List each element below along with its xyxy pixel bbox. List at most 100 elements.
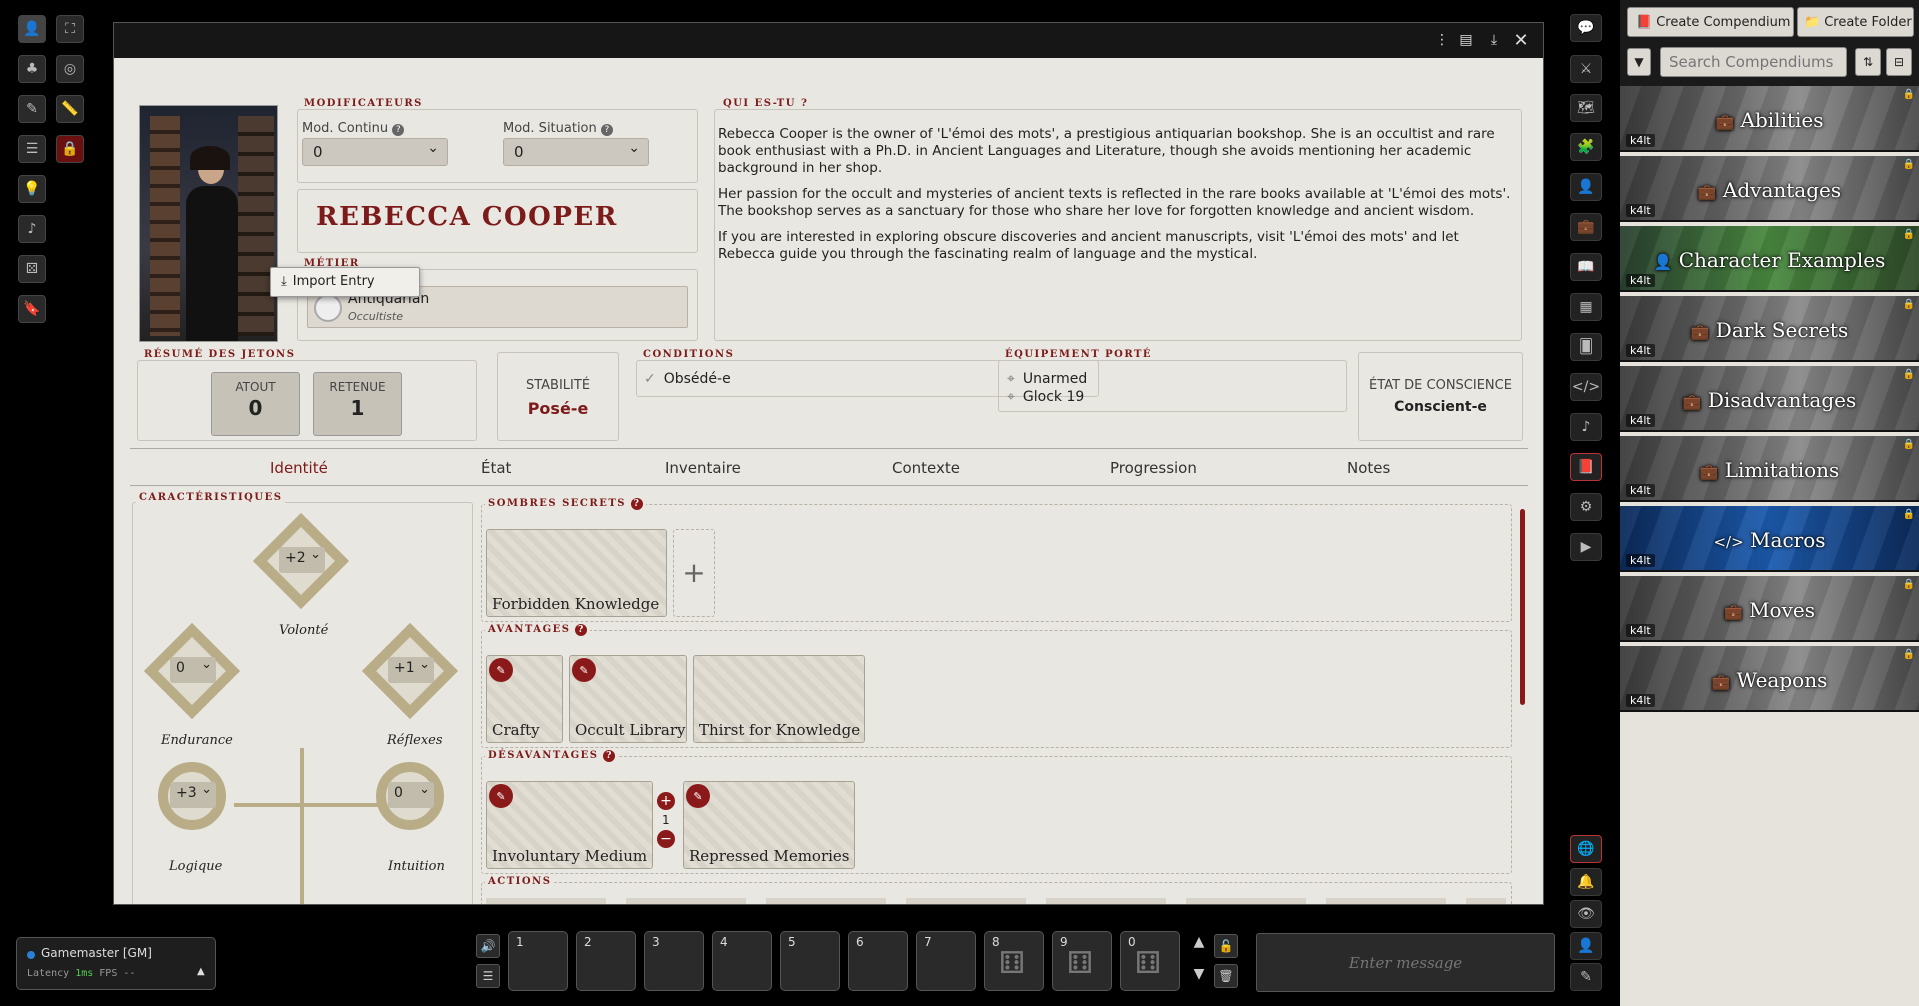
scrollbar[interactable] <box>1520 509 1525 705</box>
compendium-abilities[interactable]: 💼 Abilities k4lt 🔒 <box>1620 86 1919 152</box>
volonte-select[interactable]: +2 <box>279 547 325 573</box>
logique-select[interactable]: +3 <box>170 782 216 808</box>
retenue-token[interactable]: RETENUE 1 <box>313 372 402 436</box>
hotbar-slot[interactable]: 5 <box>780 931 840 991</box>
puzzle-tab-icon[interactable]: 🧩 <box>1570 133 1602 161</box>
decrement-button[interactable]: − <box>657 830 675 848</box>
page-down-icon[interactable]: ▼ <box>1188 966 1210 988</box>
lock-icon[interactable]: 🔒 <box>56 135 84 163</box>
compendium-limitations[interactable]: 💼 Limitations k4lt 🔒 <box>1620 436 1919 502</box>
compendium-character-examples[interactable]: 👤 Character Examples k4lt 🔒 <box>1620 226 1919 292</box>
ruler-icon[interactable]: 📏 <box>56 95 84 123</box>
help-icon[interactable]: ? <box>575 624 588 636</box>
hotbar-slot[interactable]: 7 <box>916 931 976 991</box>
kebab-menu-icon[interactable]: ⋮ <box>1432 30 1452 50</box>
compendium-disadvantages[interactable]: 💼 Disadvantages k4lt 🔒 <box>1620 366 1919 432</box>
create-compendium-button[interactable]: 📕 Create Compendium <box>1627 7 1794 37</box>
hotbar-slot[interactable]: 9 ⚅ <box>1052 931 1112 991</box>
filter-button[interactable]: ▼ <box>1627 48 1651 76</box>
light-icon[interactable]: 💡 <box>18 175 46 203</box>
action-card[interactable] <box>486 898 1506 904</box>
character-name[interactable]: Rebecca Cooper <box>316 202 618 232</box>
tab-contexte[interactable]: Contexte <box>892 459 960 477</box>
sort-button[interactable]: ⇅ <box>1855 48 1881 76</box>
reflexes-select[interactable]: +1 <box>388 657 434 683</box>
hotbar-slot[interactable]: 2 <box>576 931 636 991</box>
equipment-item[interactable]: ⌖ Glock 19 <box>1007 389 1084 405</box>
hotbar-slot[interactable]: 6 <box>848 931 908 991</box>
sheet-config-icon[interactable]: ▤ <box>1456 30 1476 50</box>
create-folder-button[interactable]: 📁 Create Folder <box>1797 7 1914 37</box>
players-list[interactable]: Gamemaster [GM] Latency 1ms FPS -- ▲ <box>16 937 216 990</box>
help-icon[interactable]: ? <box>603 750 616 762</box>
add-dark-secret-button[interactable]: + <box>673 529 715 617</box>
disadvantage-card[interactable]: ✎ Involuntary Medium <box>486 781 653 869</box>
mic-icon[interactable]: 🔔 <box>1570 868 1602 896</box>
tab-identite[interactable]: Identité <box>270 459 328 477</box>
stability-panel[interactable]: STABILITÉ Posé-e <box>497 352 619 441</box>
hotbar-slot[interactable]: 0 ⚅ <box>1120 931 1180 991</box>
macros-tab-icon[interactable]: </> <box>1570 373 1602 401</box>
tab-notes[interactable]: Notes <box>1347 459 1390 477</box>
close-icon[interactable]: ✕ <box>1511 30 1531 51</box>
pencil-icon[interactable]: ✎ <box>1570 963 1602 991</box>
music-icon[interactable]: ♪ <box>18 215 46 243</box>
clear-hotbar-button[interactable]: 🗑 <box>1214 964 1238 988</box>
tab-etat[interactable]: État <box>481 459 511 477</box>
chat-tab-icon[interactable]: 💬 <box>1570 14 1602 42</box>
page-up-icon[interactable]: ▲ <box>1188 934 1210 956</box>
advantage-card[interactable]: ✎ Crafty <box>486 655 563 743</box>
portrait[interactable] <box>139 105 278 342</box>
fullscreen-icon[interactable]: ⛶ <box>56 15 84 43</box>
help-icon[interactable]: ? <box>630 498 643 510</box>
target-icon[interactable]: ◎ <box>56 55 84 83</box>
hotbar-slot[interactable]: 3 <box>644 931 704 991</box>
lock-hotbar-button[interactable]: 🔓 <box>1214 934 1238 958</box>
compendium-advantages[interactable]: 💼 Advantages k4lt 🔒 <box>1620 156 1919 222</box>
condition-item[interactable]: ✓ Obsédé-e <box>644 371 731 387</box>
tab-progression[interactable]: Progression <box>1110 459 1197 477</box>
help-icon[interactable]: ? <box>392 124 405 136</box>
increment-button[interactable]: + <box>657 792 675 810</box>
collapse-tab-icon[interactable]: ▶ <box>1570 533 1602 561</box>
dice-icon[interactable]: ⚄ <box>18 255 46 283</box>
journal-tab-icon[interactable]: 📖 <box>1570 253 1602 281</box>
compendium-macros[interactable]: </> Macros k4lt 🔒 <box>1620 506 1919 572</box>
help-icon[interactable]: ? <box>600 124 613 136</box>
mod-situation-select[interactable]: 0 <box>503 138 649 166</box>
intuition-select[interactable]: 0 <box>388 782 434 808</box>
macro-menu-button[interactable]: ☰ <box>476 964 500 988</box>
globe-icon[interactable]: 🌐 <box>1570 835 1602 863</box>
import-entry-menu-item[interactable]: ⤓ Import Entry <box>271 268 419 296</box>
search-input[interactable] <box>1660 47 1847 77</box>
bio-text[interactable]: Rebecca Cooper is the owner of 'L'émoi d… <box>718 126 1514 272</box>
disadvantage-card[interactable]: ✎ Repressed Memories <box>683 781 855 869</box>
hotbar-slot[interactable]: 1 <box>508 931 568 991</box>
hotbar-slot[interactable]: 8 ⚅ <box>984 931 1044 991</box>
mute-button[interactable]: 🔊 <box>476 934 500 958</box>
settings-tab-icon[interactable]: ⚙ <box>1570 493 1602 521</box>
hotbar-slot[interactable]: 4 <box>712 931 772 991</box>
token-controls-icon[interactable]: 👤 <box>18 15 46 43</box>
playlists-tab-icon[interactable]: ♪ <box>1570 413 1602 441</box>
tiles-icon[interactable]: ♣ <box>18 55 46 83</box>
equipment-item[interactable]: ⌖ Unarmed <box>1007 371 1087 387</box>
items-scroll-area[interactable]: Sombres secrets ? Forbidden Knowledge + … <box>481 495 1533 904</box>
eye-slash-icon[interactable]: 👁 <box>1570 900 1602 928</box>
bookmark-icon[interactable]: 🔖 <box>18 295 46 323</box>
window-header[interactable]: ⋮ ▤ ⤓ ✕ <box>114 23 1543 58</box>
tables-tab-icon[interactable]: ▦ <box>1570 293 1602 321</box>
endurance-select[interactable]: 0 <box>170 657 216 683</box>
draw-icon[interactable]: ✎ <box>18 95 46 123</box>
consciousness-panel[interactable]: ÉTAT DE CONSCIENCE Conscient-e <box>1358 352 1523 441</box>
list-icon[interactable]: ☰ <box>18 135 46 163</box>
compendium-dark-secrets[interactable]: 💼 Dark Secrets k4lt 🔒 <box>1620 296 1919 362</box>
dark-secret-card[interactable]: Forbidden Knowledge <box>486 529 667 617</box>
scenes-tab-icon[interactable]: 🗺 <box>1570 94 1602 122</box>
actors-tab-icon[interactable]: 👤 <box>1570 173 1602 201</box>
advantage-card[interactable]: ✎ Occult Library <box>569 655 687 743</box>
tab-inventaire[interactable]: Inventaire <box>665 459 741 477</box>
compendium-weapons[interactable]: 💼 Weapons k4lt 🔒 <box>1620 646 1919 712</box>
compendium-tab-icon[interactable]: 📕 <box>1570 453 1602 481</box>
cards-tab-icon[interactable]: 🂠 <box>1570 333 1602 361</box>
